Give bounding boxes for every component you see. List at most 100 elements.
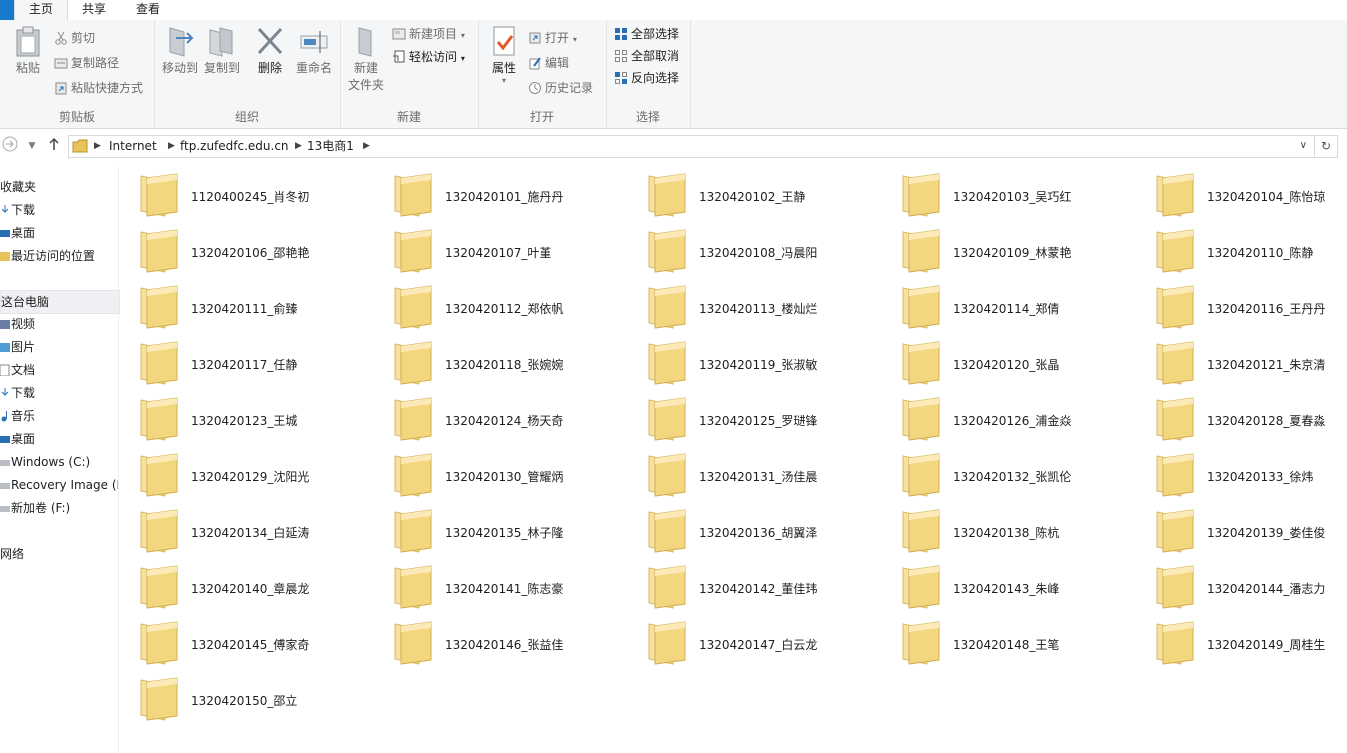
folder-icon (394, 173, 432, 217)
easy-access-button[interactable]: 轻松访问 ▾ (392, 47, 465, 67)
folder-item[interactable]: 1320420109_林蒙艳 (887, 222, 1141, 278)
folder-item[interactable]: 1320420124_杨天奇 (379, 390, 633, 446)
rename-button[interactable]: 重命名 (292, 24, 336, 77)
folder-name: 1320420102_王静 (699, 190, 806, 204)
new-item-button[interactable]: 新建项目 ▾ (392, 24, 465, 44)
folder-item[interactable]: 1320420117_任静 (125, 334, 379, 390)
sidebar-item-drive-d[interactable]: Recovery Image (D (0, 474, 118, 496)
folder-item[interactable]: 1320420128_夏春淼 (1141, 390, 1347, 446)
folder-item[interactable]: 1320420143_朱峰 (887, 558, 1141, 614)
folder-item[interactable]: 1320420101_施丹丹 (379, 166, 633, 222)
folder-item[interactable]: 1320420103_吴巧红 (887, 166, 1141, 222)
copy-path-button[interactable]: 复制路径 (54, 53, 119, 73)
sidebar-item-downloads-fav[interactable]: 下载 (0, 199, 118, 221)
tab-share[interactable]: 共享 (68, 0, 120, 20)
folder-item[interactable]: 1320420136_胡翼泽 (633, 502, 887, 558)
sidebar-item-network[interactable]: 网络 (0, 543, 118, 565)
sidebar-item-videos[interactable]: 视频 (0, 313, 118, 335)
folder-item[interactable]: 1320420130_管耀炳 (379, 446, 633, 502)
folder-item[interactable]: 1320420107_叶堇 (379, 222, 633, 278)
folder-item[interactable]: 1320420135_林子隆 (379, 502, 633, 558)
breadcrumb-separator-icon: ▶ (295, 141, 302, 151)
breadcrumb-internet[interactable]: Internet (109, 136, 157, 157)
address-dropdown-icon[interactable]: ∨ (1300, 140, 1307, 151)
new-group: 新建 文件夹 新建项目 ▾ 轻松访问 ▾ 新建 (340, 20, 479, 128)
folder-name: 1320420148_王笔 (953, 638, 1060, 652)
paste-button[interactable]: 粘贴 (10, 24, 46, 77)
folder-item[interactable]: 1320420141_陈志豪 (379, 558, 633, 614)
folder-item[interactable]: 1320420114_郑倩 (887, 278, 1141, 334)
folder-item[interactable]: 1320420110_陈静 (1141, 222, 1347, 278)
sidebar-item-recent-places[interactable]: 最近访问的位置 (0, 245, 118, 267)
invert-selection-button[interactable]: 反向选择 (614, 68, 679, 88)
sidebar-item-this-pc[interactable]: 这台电脑 (0, 290, 120, 314)
folder-item[interactable]: 1320420132_张凯伦 (887, 446, 1141, 502)
folder-item[interactable]: 1320420134_白延涛 (125, 502, 379, 558)
folder-item[interactable]: 1120400245_肖冬初 (125, 166, 379, 222)
sidebar-item-desktop-fav[interactable]: 桌面 (0, 222, 118, 244)
folder-item[interactable]: 1320420104_陈怡琼 (1141, 166, 1347, 222)
breadcrumb-current-folder[interactable]: 13电商1 (307, 136, 354, 157)
tab-home[interactable]: 主页 (14, 0, 69, 20)
folder-item[interactable]: 1320420140_章晨龙 (125, 558, 379, 614)
select-all-button[interactable]: 全部选择 (614, 24, 679, 44)
folder-item[interactable]: 1320420145_傅家奇 (125, 614, 379, 670)
edit-button[interactable]: 编辑 (528, 53, 569, 73)
folder-item[interactable]: 1320420126_浦金焱 (887, 390, 1141, 446)
folder-item[interactable]: 1320420147_白云龙 (633, 614, 887, 670)
folder-item[interactable]: 1320420112_郑依帆 (379, 278, 633, 334)
forward-button[interactable] (0, 136, 20, 156)
folder-item[interactable]: 1320420150_邵立 (125, 670, 379, 726)
folder-item[interactable]: 1320420133_徐炜 (1141, 446, 1347, 502)
address-box[interactable]: ▶ Internet ▶ ftp.zufedfc.edu.cn ▶ 13电商1 … (68, 135, 1338, 158)
folder-item[interactable]: 1320420116_王丹丹 (1141, 278, 1347, 334)
folder-item[interactable]: 1320420129_沈阳光 (125, 446, 379, 502)
download-icon (0, 384, 10, 396)
folder-name: 1320420117_任静 (191, 358, 298, 372)
sidebar-item-documents[interactable]: 文档 (0, 359, 118, 381)
folder-item[interactable]: 1320420139_娄佳俊 (1141, 502, 1347, 558)
folder-item[interactable]: 1320420149_周桂生 (1141, 614, 1347, 670)
folder-item[interactable]: 1320420121_朱京清 (1141, 334, 1347, 390)
folder-item[interactable]: 1320420144_潘志力 (1141, 558, 1347, 614)
folder-item[interactable]: 1320420113_楼灿烂 (633, 278, 887, 334)
sidebar-item-favorites[interactable]: 收藏夹 (0, 176, 118, 198)
sidebar-item-pictures[interactable]: 图片 (0, 336, 118, 358)
folder-item[interactable]: 1320420123_王城 (125, 390, 379, 446)
delete-button[interactable]: 删除 (252, 24, 288, 77)
folder-item[interactable]: 1320420148_王笔 (887, 614, 1141, 670)
folder-icon (902, 453, 940, 497)
refresh-button[interactable]: ↻ (1314, 136, 1337, 157)
paste-shortcut-button[interactable]: 粘贴快捷方式 (54, 78, 143, 98)
folder-item[interactable]: 1320420125_罗琎锋 (633, 390, 887, 446)
file-tab[interactable] (0, 0, 14, 20)
cut-button[interactable]: 剪切 (54, 28, 95, 48)
sidebar-item-music[interactable]: 音乐 (0, 405, 118, 427)
folder-item[interactable]: 1320420106_邵艳艳 (125, 222, 379, 278)
open-button[interactable]: 打开 ▾ (528, 28, 577, 48)
recent-locations-button[interactable]: ▼ (22, 136, 42, 156)
tab-view[interactable]: 查看 (122, 0, 174, 20)
folder-item[interactable]: 1320420119_张淑敏 (633, 334, 887, 390)
folder-item[interactable]: 1320420120_张晶 (887, 334, 1141, 390)
sidebar-item-drive-c[interactable]: Windows (C:) (0, 451, 118, 473)
folder-item[interactable]: 1320420138_陈杭 (887, 502, 1141, 558)
properties-button[interactable]: 属性 ▾ (486, 24, 522, 85)
sidebar-item-drive-f[interactable]: 新加卷 (F:) (0, 497, 118, 519)
copy-to-button[interactable]: 复制到 (202, 24, 242, 77)
new-folder-button[interactable]: 新建 文件夹 (346, 24, 386, 94)
folder-item[interactable]: 1320420131_汤佳晨 (633, 446, 887, 502)
sidebar-item-desktop[interactable]: 桌面 (0, 428, 118, 450)
move-to-button[interactable]: 移动到 (160, 24, 200, 77)
folder-item[interactable]: 1320420111_俞臻 (125, 278, 379, 334)
folder-item[interactable]: 1320420146_张益佳 (379, 614, 633, 670)
sidebar-item-downloads[interactable]: 下载 (0, 382, 118, 404)
folder-item[interactable]: 1320420102_王静 (633, 166, 887, 222)
select-none-button[interactable]: 全部取消 (614, 46, 679, 66)
breadcrumb-ftp-host[interactable]: ftp.zufedfc.edu.cn (180, 136, 289, 157)
up-button[interactable] (44, 136, 64, 156)
folder-item[interactable]: 1320420118_张婉婉 (379, 334, 633, 390)
history-button[interactable]: 历史记录 (528, 78, 593, 98)
folder-item[interactable]: 1320420108_冯晨阳 (633, 222, 887, 278)
folder-item[interactable]: 1320420142_董佳玮 (633, 558, 887, 614)
